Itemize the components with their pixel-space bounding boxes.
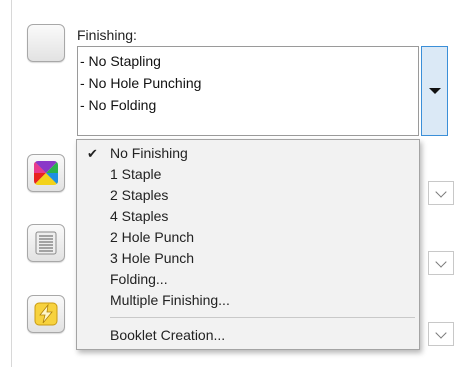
summary-line: - No Folding bbox=[80, 97, 157, 113]
checkmark-icon: ✔ bbox=[87, 146, 98, 161]
menu-item-label: 4 Staples bbox=[110, 208, 169, 224]
document-settings-button[interactable] bbox=[27, 224, 65, 262]
menu-item-booklet-creation[interactable]: Booklet Creation... bbox=[77, 325, 419, 346]
chevron-down-icon bbox=[435, 327, 447, 339]
power-saving-button[interactable] bbox=[27, 295, 65, 333]
menu-item-label: Multiple Finishing... bbox=[110, 292, 230, 308]
color-mode-button[interactable] bbox=[27, 154, 65, 192]
chevron-down-icon bbox=[435, 186, 447, 198]
power-saving-select[interactable] bbox=[428, 322, 454, 346]
finishing-summary-box[interactable]: - No Stapling - No Hole Punching - No Fo… bbox=[77, 46, 419, 136]
finishing-toggle-button[interactable] bbox=[27, 24, 65, 62]
finishing-label: Finishing: bbox=[77, 27, 137, 43]
menu-item-no-finishing[interactable]: ✔ No Finishing bbox=[77, 143, 419, 164]
summary-line: - No Hole Punching bbox=[80, 75, 202, 91]
menu-item-label: No Finishing bbox=[110, 145, 188, 161]
menu-item-3-hole-punch[interactable]: 3 Hole Punch bbox=[77, 248, 419, 269]
blank-square-icon bbox=[34, 31, 58, 55]
menu-separator bbox=[110, 317, 415, 318]
menu-item-label: 2 Hole Punch bbox=[110, 229, 195, 245]
menu-item-label: 1 Staple bbox=[110, 166, 162, 182]
menu-item-label: Booklet Creation... bbox=[110, 327, 226, 343]
left-divider bbox=[11, 0, 12, 367]
menu-item-label: 2 Staples bbox=[110, 187, 169, 203]
dropdown-arrow-icon bbox=[429, 88, 441, 94]
color-mode-select[interactable] bbox=[428, 181, 454, 205]
menu-item-label: Folding... bbox=[110, 271, 168, 287]
lined-page-icon bbox=[35, 231, 57, 255]
color-palette-icon bbox=[34, 161, 58, 185]
menu-item-1-staple[interactable]: 1 Staple bbox=[77, 164, 419, 185]
menu-item-multiple-finishing[interactable]: Multiple Finishing... bbox=[77, 290, 419, 311]
finishing-dropdown-button[interactable] bbox=[421, 46, 448, 136]
menu-item-2-hole-punch[interactable]: 2 Hole Punch bbox=[77, 227, 419, 248]
menu-item-folding[interactable]: Folding... bbox=[77, 269, 419, 290]
menu-item-label: 3 Hole Punch bbox=[110, 250, 195, 266]
finishing-menu: ✔ No Finishing 1 Staple 2 Staples 4 Stap… bbox=[76, 139, 420, 350]
summary-line: - No Stapling bbox=[80, 53, 161, 69]
menu-item-2-staples[interactable]: 2 Staples bbox=[77, 185, 419, 206]
document-option-select[interactable] bbox=[428, 251, 454, 275]
lightning-icon bbox=[34, 302, 58, 326]
chevron-down-icon bbox=[435, 256, 447, 268]
menu-item-4-staples[interactable]: 4 Staples bbox=[77, 206, 419, 227]
